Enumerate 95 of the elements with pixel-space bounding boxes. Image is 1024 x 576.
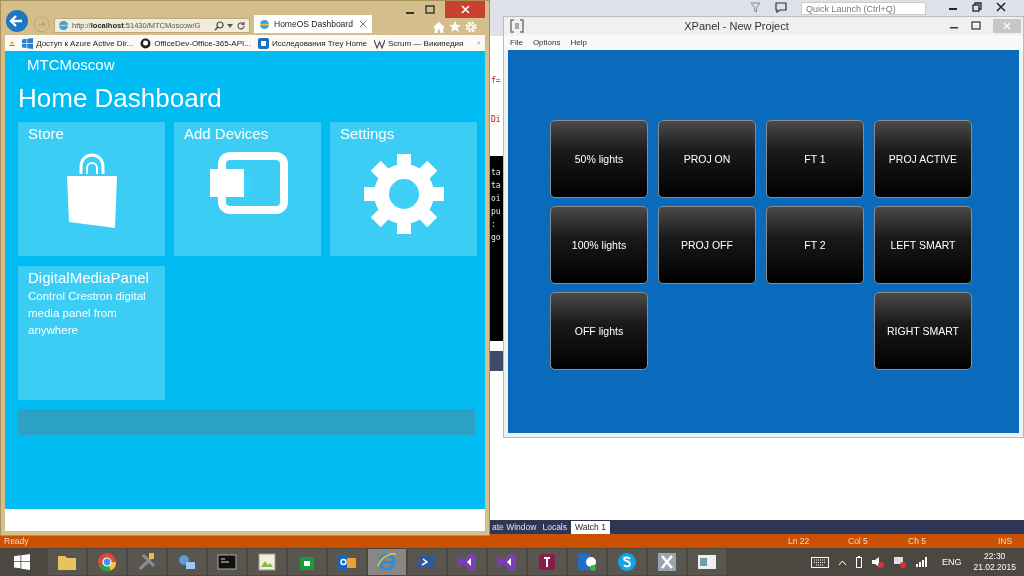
status-text: Ready bbox=[3, 536, 29, 546]
menu-item[interactable]: Help bbox=[570, 38, 587, 47]
code-fragment: f= bbox=[490, 76, 502, 85]
signal-icon[interactable] bbox=[915, 557, 928, 567]
panel-tab[interactable]: Watch 1 bbox=[571, 521, 610, 534]
panel-button[interactable]: FT 2 bbox=[766, 206, 864, 284]
network-icon bbox=[177, 552, 197, 572]
terminal-icon bbox=[217, 552, 237, 572]
close-icon bbox=[460, 5, 470, 14]
language-indicator[interactable]: ENG bbox=[941, 557, 962, 567]
char-indicator: Ch 5 bbox=[908, 536, 927, 546]
insert-mode-indicator: INS bbox=[998, 536, 1014, 546]
window-icon bbox=[697, 552, 717, 572]
favorite-link[interactable]: Доступ к Azure Active Dir... bbox=[22, 37, 134, 49]
favorite-link[interactable]: Scrum — Википедия bbox=[374, 37, 464, 49]
letter-tile-icon bbox=[537, 552, 557, 572]
taskbar-app[interactable] bbox=[528, 549, 566, 575]
caret-icon[interactable] bbox=[838, 559, 846, 565]
maximize-icon[interactable] bbox=[971, 21, 981, 31]
feedback-icon[interactable] bbox=[775, 2, 787, 13]
star-icon[interactable] bbox=[449, 21, 461, 33]
taskbar-app[interactable] bbox=[48, 549, 86, 575]
taskbar-app[interactable] bbox=[88, 549, 126, 575]
code-fragment: pu bbox=[490, 207, 502, 216]
site-name: MTCMoscow bbox=[26, 55, 116, 73]
panel-tab[interactable]: Locals bbox=[540, 521, 569, 534]
column-indicator: Col 5 bbox=[848, 536, 869, 546]
menu-item[interactable]: Options bbox=[532, 38, 561, 47]
panel-button[interactable]: OFF lights bbox=[550, 292, 648, 370]
taskbar-app[interactable] bbox=[208, 549, 246, 575]
panel-button[interactable]: LEFT SMART bbox=[874, 206, 972, 284]
chat-icon bbox=[577, 552, 597, 572]
close-button[interactable] bbox=[445, 1, 485, 18]
infinity-logo-icon bbox=[457, 552, 477, 572]
page-heading: Home Dashboard bbox=[18, 83, 223, 114]
taskbar-app[interactable] bbox=[168, 549, 206, 575]
favorite-link[interactable]: Исследования Trey Home bbox=[257, 37, 367, 49]
search-icon[interactable] bbox=[214, 20, 224, 31]
code-fragment: : bbox=[490, 220, 497, 229]
quick-launch-field[interactable]: Quick Launch (Ctrl+Q) bbox=[801, 2, 926, 15]
page-icon bbox=[58, 20, 69, 31]
restore-icon[interactable] bbox=[972, 2, 982, 12]
back-button[interactable] bbox=[5, 9, 29, 33]
favorite-link[interactable]: OfficeDev-Office-365-API... bbox=[140, 37, 251, 49]
panel-tab[interactable]: ate Window bbox=[490, 521, 539, 534]
taskbar-app[interactable] bbox=[608, 549, 646, 575]
taskbar-app[interactable] bbox=[568, 549, 606, 575]
panel-button[interactable]: 50% lights bbox=[550, 120, 648, 198]
dropdown-icon[interactable] bbox=[227, 23, 233, 28]
s-logo-icon bbox=[617, 552, 637, 572]
code-fragment: Di bbox=[490, 115, 502, 124]
close-icon[interactable] bbox=[996, 2, 1006, 12]
menu-item[interactable]: File bbox=[510, 38, 523, 47]
code-fragment: oi bbox=[490, 194, 502, 203]
browser-tab[interactable]: HomeOS Dashboard bbox=[254, 15, 372, 33]
panel-button[interactable]: RIGHT SMART bbox=[874, 292, 972, 370]
round-logo-icon bbox=[97, 552, 117, 572]
panel-button[interactable]: PROJ OFF bbox=[658, 206, 756, 284]
gear-icon bbox=[361, 152, 446, 236]
network-icon[interactable] bbox=[893, 556, 906, 568]
infinity-logo-icon bbox=[497, 552, 517, 572]
taskbar-app[interactable] bbox=[688, 549, 726, 575]
close-icon bbox=[1003, 22, 1011, 30]
image-editor-icon bbox=[257, 552, 277, 572]
window-title: XPanel - New Project bbox=[683, 20, 790, 32]
panel-button[interactable]: PROJ ACTIVE bbox=[874, 120, 972, 198]
panel-button[interactable]: FT 1 bbox=[766, 120, 864, 198]
clock[interactable]: 22:30 21.02.2015 bbox=[973, 551, 1016, 573]
browser-icon bbox=[377, 552, 397, 572]
filter-icon[interactable] bbox=[750, 2, 761, 13]
x-logo-icon bbox=[657, 552, 677, 572]
panel-button[interactable]: 100% lights bbox=[550, 206, 648, 284]
muted-speaker-icon[interactable] bbox=[871, 556, 884, 568]
code-fragment: go bbox=[490, 233, 502, 242]
devices-icon bbox=[207, 152, 288, 214]
app-icon bbox=[510, 19, 524, 33]
keyboard-icon[interactable] bbox=[810, 556, 829, 568]
mail-icon bbox=[337, 552, 357, 572]
taskbar-app[interactable] bbox=[648, 549, 686, 575]
windows-start-button[interactable] bbox=[14, 554, 30, 570]
windows-logo-icon bbox=[22, 37, 34, 49]
taskbar-app[interactable] bbox=[288, 549, 326, 575]
line-indicator: Ln 22 bbox=[788, 536, 811, 546]
battery-icon[interactable] bbox=[855, 556, 862, 568]
w-logo-icon bbox=[374, 37, 385, 49]
panel-button[interactable]: PROJ ON bbox=[658, 120, 756, 198]
code-fragment: ta bbox=[490, 181, 502, 190]
page-icon bbox=[259, 18, 270, 30]
maximize-icon[interactable] bbox=[425, 4, 435, 15]
taskbar-app[interactable] bbox=[248, 549, 286, 575]
tools-icon bbox=[137, 552, 157, 572]
taskbar-app[interactable] bbox=[328, 549, 366, 575]
taskbar-app[interactable] bbox=[128, 549, 166, 575]
refresh-icon[interactable] bbox=[236, 20, 246, 31]
code-fragment: ta bbox=[490, 168, 502, 177]
